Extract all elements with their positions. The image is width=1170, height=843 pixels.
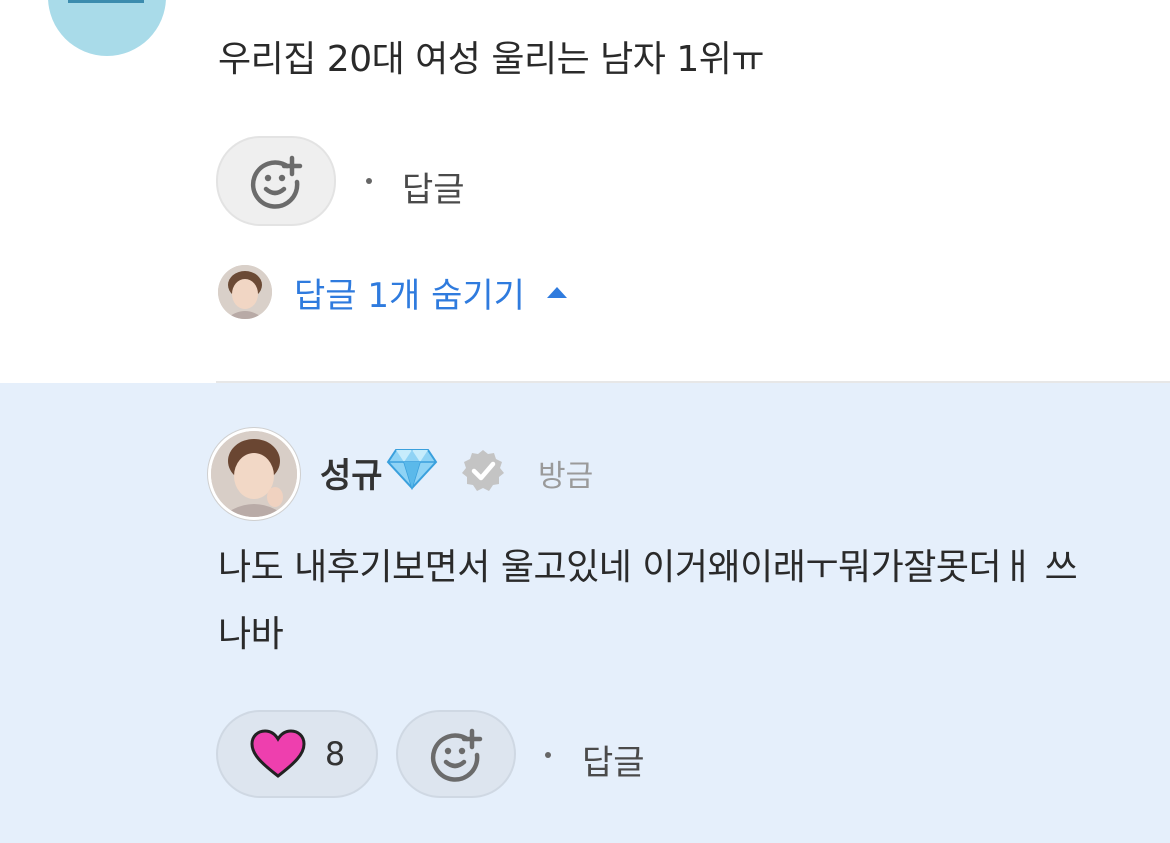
reply-text: 나도 내후기보면서 울고있네 이거왜이래ㅜ뭐가잘못더ㅐ 쓰나바 [218, 547, 1078, 655]
heart-icon [250, 729, 306, 778]
add-reaction-button[interactable] [216, 136, 336, 226]
reply-author-avatar[interactable] [208, 428, 300, 520]
separator-dot [366, 178, 372, 184]
caret-up-icon [546, 286, 567, 298]
comment-text: 우리집 20대 여성 울리는 남자 1위ㅠ [218, 39, 765, 80]
reply-author-avatar-small [218, 265, 272, 319]
hide-replies-label: 답글 1개 숨기기 [294, 275, 525, 316]
commenter-avatar[interactable] [48, 0, 166, 56]
like-count: 8 [324, 735, 346, 773]
smiley-plus-icon [250, 155, 303, 209]
add-reaction-button[interactable] [396, 710, 516, 798]
diamond-icon [386, 449, 438, 490]
separator-dot [545, 752, 551, 758]
reply-button[interactable]: 답글 [582, 735, 645, 784]
verified-check-icon [462, 450, 504, 491]
smiley-plus-icon [430, 728, 483, 782]
hide-replies-toggle[interactable]: 답글 1개 숨기기 [218, 262, 567, 322]
reply-author-name[interactable]: 성규 [320, 448, 383, 497]
reply-button[interactable]: 답글 [402, 162, 465, 211]
reply-timestamp: 방금 [538, 459, 594, 494]
like-button[interactable]: 8 [216, 710, 378, 798]
